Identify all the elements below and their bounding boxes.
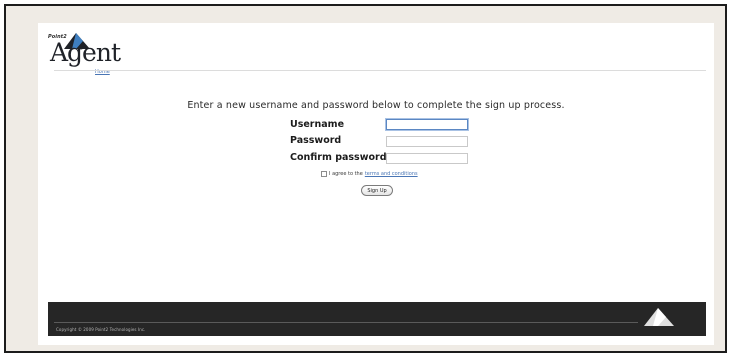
agree-text: I agree to the bbox=[329, 171, 363, 177]
confirm-password-input[interactable] bbox=[386, 153, 468, 164]
password-label: Password bbox=[290, 135, 342, 146]
confirm-password-label: Confirm password bbox=[290, 152, 387, 163]
page-content: Point2 Agent Home Enter a new username a… bbox=[38, 23, 714, 345]
footer-logo-icon bbox=[644, 308, 674, 326]
terms-agreement: I agree to the terms and conditions bbox=[321, 171, 418, 177]
logo-wordmark: Agent bbox=[50, 38, 121, 67]
username-input[interactable] bbox=[386, 119, 468, 130]
screen-frame: Point2 Agent Home Enter a new username a… bbox=[4, 4, 727, 353]
footer: Copyright © 2009 Point2 Technologies Inc… bbox=[48, 302, 706, 336]
agree-checkbox[interactable] bbox=[321, 171, 327, 177]
password-input[interactable] bbox=[386, 136, 468, 147]
sign-up-button[interactable]: Sign Up bbox=[361, 185, 393, 196]
username-label: Username bbox=[290, 119, 345, 130]
signup-instructions: Enter a new username and password below … bbox=[187, 100, 565, 111]
header-divider bbox=[54, 70, 706, 71]
terms-link[interactable]: terms and conditions bbox=[365, 171, 418, 177]
copyright-text: Copyright © 2009 Point2 Technologies Inc… bbox=[56, 327, 146, 332]
footer-divider bbox=[54, 322, 638, 323]
